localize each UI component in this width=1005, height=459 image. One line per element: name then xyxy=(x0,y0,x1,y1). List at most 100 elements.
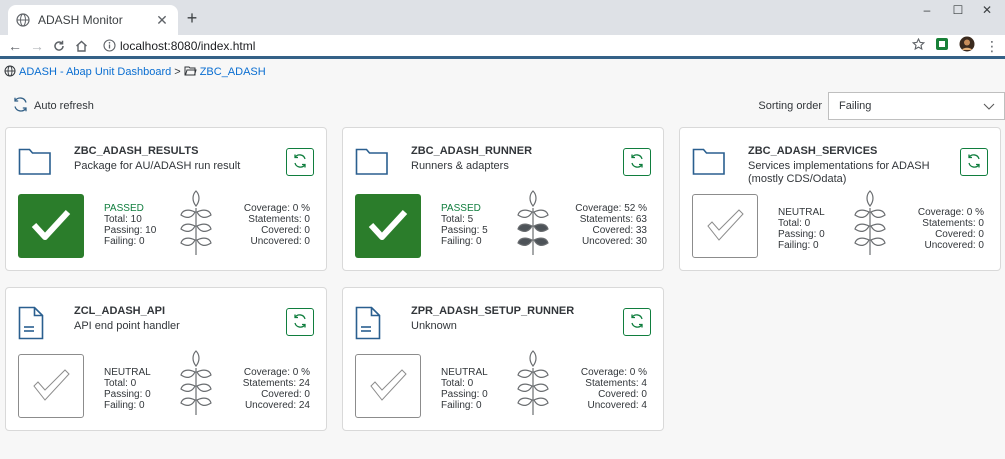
total-tests: Total: 0 xyxy=(778,218,811,229)
passing-tests: Passing: 10 xyxy=(104,225,157,236)
breadcrumb: ADASH - Abap Unit Dashboard > ZBC_ADASH xyxy=(4,64,266,80)
total-tests: Total: 0 xyxy=(104,378,137,389)
browser-tab[interactable]: ADASH Monitor ✕ xyxy=(8,5,178,35)
star-icon[interactable] xyxy=(911,37,926,54)
breadcrumb-root-link[interactable]: ADASH - Abap Unit Dashboard xyxy=(19,66,171,78)
passing-tests: Passing: 5 xyxy=(441,225,488,236)
sorting-order-label: Sorting order xyxy=(758,100,822,112)
run-tests-button[interactable] xyxy=(623,148,651,176)
new-tab-button[interactable]: + xyxy=(183,9,201,27)
refresh-icon xyxy=(966,153,982,172)
coverage-plant-icon xyxy=(515,188,551,259)
status-tile xyxy=(355,194,421,258)
package-card[interactable]: ZBC_ADASH_RUNNER Runners & adapters PASSED… xyxy=(342,127,664,271)
coverage-plant-icon xyxy=(178,188,214,259)
refresh-icon xyxy=(629,313,645,332)
browser-toolbar: ← → localhost:8080/index.html ⋮ xyxy=(0,35,1005,56)
checkmark-icon xyxy=(30,367,72,406)
checkmark-icon xyxy=(368,208,408,245)
tab-close-icon[interactable]: ✕ xyxy=(154,12,170,29)
package-card[interactable]: ZBC_ADASH_RESULTS Package for AU/ADASH ru… xyxy=(5,127,327,271)
forward-arrow-icon[interactable]: → xyxy=(26,35,48,56)
covered-count: Covered: 0 xyxy=(935,229,984,240)
coverage-percent: Coverage: 0 % xyxy=(917,207,984,218)
window-close-button[interactable]: ✕ xyxy=(972,3,1002,23)
card-title[interactable]: ZBC_ADASH_RUNNER xyxy=(411,145,532,157)
sorting-order-value: Failing xyxy=(839,100,872,112)
covered-count: Covered: 0 xyxy=(598,389,647,400)
object-card[interactable]: ZPR_ADASH_SETUP_RUNNER Unknown NEUTRAL Tota… xyxy=(342,287,664,431)
profile-avatar[interactable] xyxy=(959,36,975,55)
checkmark-icon xyxy=(31,208,71,245)
tab-title: ADASH Monitor xyxy=(38,13,123,27)
folder-icon xyxy=(18,146,52,179)
open-folder-icon xyxy=(184,65,197,79)
failing-tests: Failing: 0 xyxy=(778,240,819,251)
statements-count: Statements: 0 xyxy=(248,214,310,225)
extension-icon[interactable] xyxy=(935,37,949,54)
coverage-percent: Coverage: 0 % xyxy=(243,203,310,214)
status-label: NEUTRAL xyxy=(778,207,825,218)
run-tests-button[interactable] xyxy=(286,308,314,336)
card-title[interactable]: ZCL_ADASH_API xyxy=(74,305,165,317)
folder-icon xyxy=(692,146,726,179)
checkmark-icon xyxy=(704,207,746,246)
uncovered-count: Uncovered: 30 xyxy=(581,236,647,247)
card-title[interactable]: ZPR_ADASH_SETUP_RUNNER xyxy=(411,305,574,317)
object-card[interactable]: ZCL_ADASH_API API end point handler NEUTRA… xyxy=(5,287,327,431)
coverage-stats: Coverage: 0 % Statements: 24 Covered: 0 Unc… xyxy=(243,367,310,411)
test-stats: PASSED Total: 5 Passing: 5 Failing: 0 xyxy=(441,203,488,247)
passing-tests: Passing: 0 xyxy=(778,229,825,240)
uncovered-count: Uncovered: 0 xyxy=(250,236,310,247)
failing-tests: Failing: 0 xyxy=(441,236,482,247)
uncovered-count: Uncovered: 24 xyxy=(244,400,310,411)
coverage-plant-icon xyxy=(852,188,888,259)
run-tests-button[interactable] xyxy=(286,148,314,176)
status-tile xyxy=(692,194,758,258)
auto-refresh-label: Auto refresh xyxy=(34,100,94,112)
coverage-stats: Coverage: 52 % Statements: 63 Covered: 33 U… xyxy=(575,203,647,247)
test-stats: NEUTRAL Total: 0 Passing: 0 Failing: 0 xyxy=(778,207,825,251)
card-description: Services implementations for ADASH (most… xyxy=(748,160,930,185)
address-bar[interactable]: localhost:8080/index.html xyxy=(120,39,255,53)
total-tests: Total: 5 xyxy=(441,214,474,225)
coverage-plant-icon xyxy=(178,348,214,419)
failing-tests: Failing: 0 xyxy=(104,236,145,247)
refresh-icon xyxy=(12,96,29,116)
run-tests-button[interactable] xyxy=(623,308,651,336)
total-tests: Total: 0 xyxy=(441,378,474,389)
auto-refresh-toggle[interactable]: Auto refresh xyxy=(12,96,94,116)
document-icon xyxy=(18,306,44,343)
checkmark-icon xyxy=(367,367,409,406)
card-title[interactable]: ZBC_ADASH_RESULTS xyxy=(74,145,198,157)
run-tests-button[interactable] xyxy=(960,148,988,176)
breadcrumb-separator: > xyxy=(174,66,181,78)
card-title[interactable]: ZBC_ADASH_SERVICES xyxy=(748,145,877,157)
covered-count: Covered: 33 xyxy=(592,225,647,236)
covered-count: Covered: 0 xyxy=(261,225,310,236)
reload-icon[interactable] xyxy=(48,35,70,56)
maximize-button[interactable]: ☐ xyxy=(943,3,973,23)
passing-tests: Passing: 0 xyxy=(104,389,151,400)
back-arrow-icon[interactable]: ← xyxy=(4,35,26,56)
test-stats: NEUTRAL Total: 0 Passing: 0 Failing: 0 xyxy=(441,367,488,411)
card-description: Unknown xyxy=(411,320,457,332)
home-icon[interactable] xyxy=(70,35,92,56)
globe-icon xyxy=(4,65,16,80)
uncovered-count: Uncovered: 4 xyxy=(587,400,647,411)
test-stats: PASSED Total: 10 Passing: 10 Failing: 0 xyxy=(104,203,156,247)
status-tile xyxy=(18,354,84,418)
refresh-icon xyxy=(629,153,645,172)
site-info-icon[interactable] xyxy=(102,39,116,53)
card-description: Package for AU/ADASH run result xyxy=(74,160,241,172)
failing-tests: Failing: 0 xyxy=(104,400,145,411)
sorting-order-select[interactable]: Failing xyxy=(828,92,1005,120)
uncovered-count: Uncovered: 0 xyxy=(924,240,984,251)
menu-kebab-icon[interactable]: ⋮ xyxy=(985,39,999,53)
package-card[interactable]: ZBC_ADASH_SERVICES Services implementatio… xyxy=(679,127,1001,271)
breadcrumb-current[interactable]: ZBC_ADASH xyxy=(200,66,266,78)
card-description: API end point handler xyxy=(74,320,180,332)
refresh-icon xyxy=(292,313,308,332)
status-label: NEUTRAL xyxy=(441,367,488,378)
minimize-button[interactable]: – xyxy=(912,3,942,23)
